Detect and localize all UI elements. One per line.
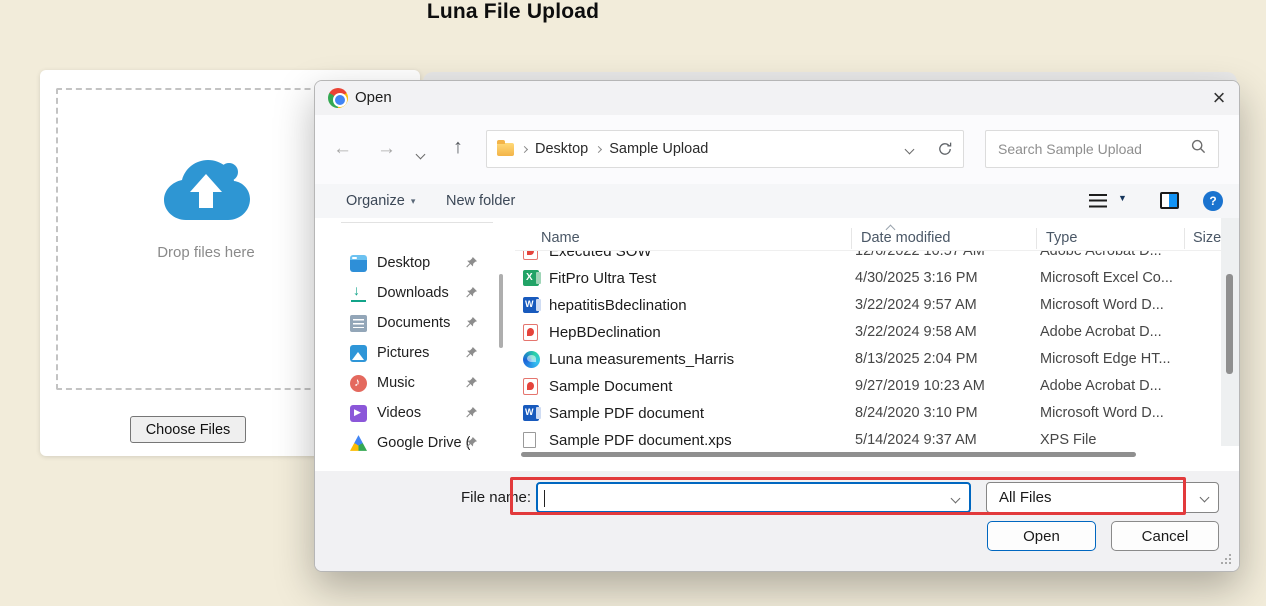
dropzone-label: Drop files here — [106, 244, 306, 261]
column-header-size[interactable]: Size — [1193, 230, 1221, 246]
file-browser-body: Desktop Downloads Documents Pictures Mus… — [315, 218, 1240, 471]
file-type-chevron-icon — [1200, 493, 1210, 503]
pin-icon — [465, 406, 478, 424]
file-row[interactable]: Sample PDF document 8/24/2020 3:10 PM Mi… — [515, 400, 1221, 427]
breadcrumb[interactable]: Desktop Sample Upload — [486, 130, 964, 168]
organize-button[interactable]: Organize▾ — [346, 193, 415, 209]
column-header-name[interactable]: Name — [541, 230, 580, 246]
cloud-upload-icon — [156, 150, 256, 230]
page-title: Luna File Upload — [0, 0, 1026, 24]
refresh-icon[interactable] — [937, 141, 953, 157]
open-button[interactable]: Open — [987, 521, 1096, 551]
pin-icon — [465, 376, 478, 394]
view-mode-icon[interactable] — [1089, 194, 1107, 208]
file-row[interactable]: Sample PDF document.xps 5/14/2024 9:37 A… — [515, 427, 1221, 449]
edge-icon — [523, 351, 540, 368]
dialog-toolbar: Organize▾ New folder ▼ ? — [315, 184, 1240, 218]
word-icon — [523, 405, 539, 421]
pdf-icon — [523, 324, 538, 341]
documents-icon — [350, 315, 367, 332]
help-icon[interactable]: ? — [1203, 191, 1223, 211]
excel-icon — [523, 270, 539, 286]
search-input[interactable]: Search Sample Upload — [985, 130, 1219, 168]
preview-pane-icon[interactable] — [1160, 192, 1179, 209]
recent-locations-chevron-icon[interactable] — [417, 145, 424, 163]
xps-icon — [523, 432, 536, 448]
search-placeholder: Search Sample Upload — [998, 141, 1191, 157]
file-name-label: File name: — [315, 489, 531, 506]
word-icon — [523, 297, 539, 313]
breadcrumb-sample-upload[interactable]: Sample Upload — [609, 141, 708, 157]
sidebar-item-downloads[interactable]: Downloads — [315, 278, 505, 308]
horizontal-scrollbar-thumb[interactable] — [521, 452, 1136, 457]
sidebar-item-documents[interactable]: Documents — [315, 308, 505, 338]
pin-icon — [465, 346, 478, 364]
sidebar-item-google-drive[interactable]: Google Drive ( — [315, 428, 505, 458]
annotation-highlight-box — [510, 477, 1186, 515]
file-row[interactable]: hepatitisBdeclination 3/22/2024 9:57 AM … — [515, 292, 1221, 319]
breadcrumb-separator-icon — [595, 145, 602, 152]
file-row[interactable]: Sample Document 9/27/2019 10:23 AM Adobe… — [515, 373, 1221, 400]
file-row[interactable]: HepBDeclination 3/22/2024 9:58 AM Adobe … — [515, 319, 1221, 346]
open-file-dialog: Open × ← → ↑ Desktop Sample Upload Searc… — [314, 80, 1240, 572]
folder-icon — [497, 143, 514, 156]
breadcrumb-desktop[interactable]: Desktop — [535, 141, 588, 157]
up-button[interactable]: ↑ — [453, 137, 463, 157]
new-folder-button[interactable]: New folder — [446, 193, 515, 209]
search-icon — [1191, 139, 1206, 159]
sidebar-item-videos[interactable]: Videos — [315, 398, 505, 428]
pdf-icon — [523, 251, 538, 260]
file-row-highlighted[interactable]: Luna measurements_Harris 8/13/2025 2:04 … — [515, 346, 1221, 373]
view-mode-caret-icon[interactable]: ▼ — [1118, 193, 1127, 203]
breadcrumb-separator-icon — [521, 145, 528, 152]
sidebar-item-pictures[interactable]: Pictures — [315, 338, 505, 368]
dialog-title: Open — [355, 89, 392, 106]
column-header-date-modified[interactable]: Date modified — [861, 230, 950, 246]
sidebar-scrollbar[interactable] — [499, 274, 503, 348]
downloads-icon — [350, 285, 367, 302]
pin-icon — [465, 256, 478, 274]
google-drive-icon — [350, 435, 367, 452]
vertical-scrollbar-thumb[interactable] — [1226, 274, 1233, 374]
address-dropdown-icon[interactable] — [905, 144, 915, 154]
music-icon — [350, 375, 367, 392]
close-icon[interactable]: × — [1199, 83, 1239, 113]
pictures-icon — [350, 345, 367, 362]
back-button[interactable]: ← — [333, 139, 352, 158]
pin-icon — [465, 286, 478, 304]
file-row[interactable]: FitPro Ultra Test 4/30/2025 3:16 PM Micr… — [515, 265, 1221, 292]
organize-caret-icon: ▾ — [411, 196, 416, 207]
list-header: Name Date modified Type Size — [515, 226, 1240, 251]
cancel-button[interactable]: Cancel — [1111, 521, 1219, 551]
desktop-icon — [350, 255, 367, 272]
forward-button[interactable]: → — [377, 139, 396, 158]
sidebar-list: Desktop Downloads Documents Pictures Mus… — [315, 248, 505, 458]
videos-icon — [350, 405, 367, 422]
sidebar-divider — [341, 222, 493, 223]
pin-icon — [465, 316, 478, 334]
scrollbar-corner — [1221, 446, 1240, 471]
pdf-icon — [523, 378, 538, 395]
chrome-icon — [328, 88, 348, 108]
dialog-titlebar[interactable]: Open — [315, 81, 1240, 115]
file-list: Executed SOW 12/6/2022 10:57 AM Adobe Ac… — [515, 251, 1221, 449]
file-row[interactable]: Executed SOW 12/6/2022 10:57 AM Adobe Ac… — [515, 251, 1221, 265]
resize-grip[interactable] — [1221, 554, 1233, 566]
sidebar-item-music[interactable]: Music — [315, 368, 505, 398]
column-header-type[interactable]: Type — [1046, 230, 1077, 246]
pin-icon — [465, 436, 478, 454]
sidebar-item-desktop[interactable]: Desktop — [315, 248, 505, 278]
choose-files-button[interactable]: Choose Files — [130, 416, 246, 443]
